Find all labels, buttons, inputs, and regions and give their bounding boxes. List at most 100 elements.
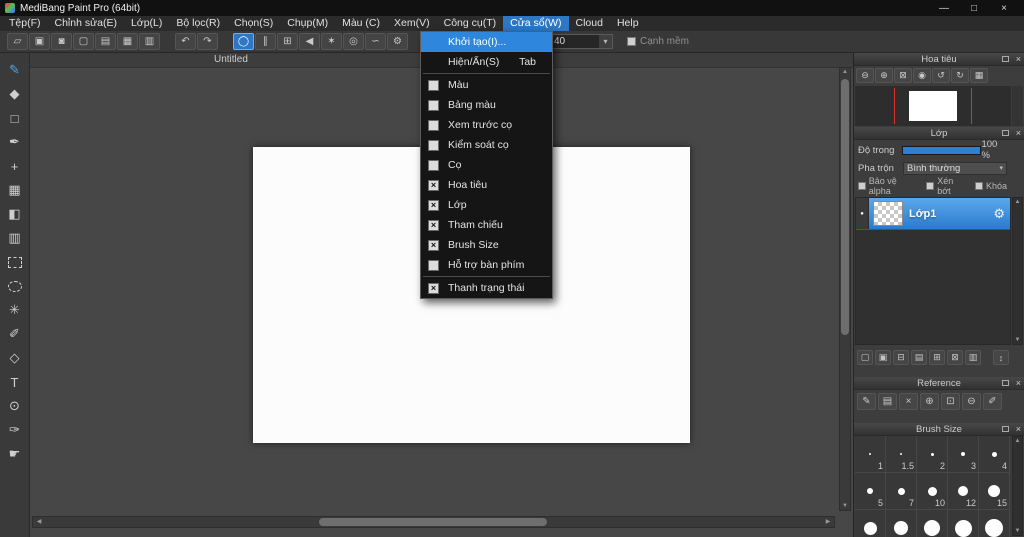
blend-select[interactable]: Bình thường ▾ (903, 161, 1007, 175)
document-tab[interactable]: Untitled (202, 54, 260, 65)
menu-bo-loc[interactable]: Bộ lọc(R) (169, 16, 227, 31)
nav-zoom-in-icon[interactable]: ⊕ (875, 68, 893, 83)
layer-settings-gear-icon[interactable]: ⚙ (993, 206, 1005, 222)
brush-size-cell[interactable]: 4 (979, 436, 1010, 473)
move-tool[interactable]: + (1, 155, 29, 177)
menu-item-co[interactable]: Cọ (421, 155, 552, 175)
menu-tep[interactable]: Tệp(F) (2, 16, 48, 31)
layer-visibility-icon[interactable]: ● (856, 198, 869, 229)
brush-size-cell[interactable] (979, 510, 1010, 537)
eyedropper-tool[interactable]: ✑ (1, 419, 29, 441)
magic-wand-tool[interactable]: ✳ (1, 299, 29, 321)
scroll-up-icon[interactable]: ▲ (1013, 199, 1022, 205)
brush-size-cell[interactable]: 2 (917, 436, 948, 473)
ref-zoom-in-icon[interactable]: ⊕ (920, 393, 939, 410)
new-icon[interactable]: ▱ (7, 33, 28, 50)
snap-curve-icon[interactable]: ∽ (365, 33, 386, 50)
scroll-up-icon[interactable]: ▲ (840, 69, 850, 75)
maximize-button[interactable]: □ (959, 1, 989, 16)
select-eraser-tool[interactable]: ◇ (1, 347, 29, 369)
scroll-down-icon[interactable]: ▼ (1013, 337, 1022, 343)
color-picker-icon[interactable]: ✐ (983, 393, 1002, 410)
menu-item-hien-an[interactable]: Hiện/Ẩn(S) Tab (421, 52, 552, 72)
brush-grid-scrollbar[interactable]: ▲ ▼ (1012, 436, 1023, 536)
soft-edge-checkbox[interactable]: Cạnh mềm (627, 36, 689, 47)
menu-item-bang-mau[interactable]: Bảng màu (421, 95, 552, 115)
redo-button[interactable]: ↷ (197, 33, 218, 50)
menu-item-brush-size[interactable]: × Brush Size (421, 235, 552, 255)
brush-size-cell[interactable]: 1 (855, 436, 886, 473)
brush-size-cell[interactable]: 15 (979, 473, 1010, 510)
snap-parallel-icon[interactable]: ∥ (255, 33, 276, 50)
menu-item-mau[interactable]: Màu (421, 75, 552, 95)
nav-rotate-left-icon[interactable]: ↺ (932, 68, 950, 83)
undo-button[interactable]: ↶ (175, 33, 196, 50)
mask-layer-icon[interactable]: ▥ (965, 350, 981, 365)
brush-size-cell[interactable]: 7 (886, 473, 917, 510)
clear-image-icon[interactable]: × (899, 393, 918, 410)
protect-alpha-checkbox[interactable]: Bảo vệ alpha (858, 176, 919, 196)
lasso-tool[interactable] (1, 275, 29, 297)
delete-layer-icon[interactable]: ⊠ (947, 350, 963, 365)
menu-cong-cu[interactable]: Công cụ(T) (437, 16, 504, 31)
menu-item-lop[interactable]: × Lớp (421, 195, 552, 215)
brush-tool[interactable]: ✎ (1, 59, 29, 81)
close-button[interactable]: × (989, 1, 1019, 16)
hscroll-thumb[interactable] (319, 518, 547, 526)
nav-grid-icon[interactable]: ▦ (970, 68, 988, 83)
layer-menu-icon[interactable]: ↕ (993, 350, 1009, 365)
minimize-button[interactable]: — (929, 1, 959, 16)
menu-item-kiem-soat-co[interactable]: Kiểm soát cọ (421, 135, 552, 155)
lock-checkbox[interactable]: Khóa (974, 181, 1007, 191)
brush-size-cell[interactable] (886, 510, 917, 537)
brush-size-cell[interactable]: 3 (948, 436, 979, 473)
close-panel-icon[interactable]: × (1016, 377, 1021, 390)
scroll-down-icon[interactable]: ▼ (840, 503, 850, 509)
scroll-up-icon[interactable]: ▲ (1013, 438, 1022, 444)
menu-item-thanh-trang-thai[interactable]: × Thanh trạng thái (421, 278, 552, 298)
scroll-down-icon[interactable]: ▼ (1013, 528, 1022, 534)
ref-zoom-fit-icon[interactable]: ⊡ (941, 393, 960, 410)
menu-lop[interactable]: Lớp(L) (124, 16, 169, 31)
brush-size-cell[interactable] (855, 510, 886, 537)
bucket-tool[interactable]: ◧ (1, 203, 29, 225)
snap-ellipse-icon[interactable]: ◎ (343, 33, 364, 50)
menu-mau[interactable]: Màu (C) (335, 16, 387, 31)
menu-chinh-sua[interactable]: Chỉnh sửa(E) (48, 16, 124, 31)
navigator-preview[interactable] (855, 86, 1011, 126)
scroll-left-icon[interactable]: ◀ (34, 517, 44, 527)
pen-tool[interactable]: ✒ (1, 131, 29, 153)
brush-size-cell[interactable] (917, 510, 948, 537)
save-icon[interactable]: ▣ (29, 33, 50, 50)
brush-size-cell[interactable]: 10 (917, 473, 948, 510)
float-panel-icon[interactable] (1002, 426, 1009, 432)
canvas-hscrollbar[interactable]: ◀ ▶ (32, 516, 835, 528)
close-panel-icon[interactable]: × (1016, 53, 1021, 66)
menu-cloud[interactable]: Cloud (569, 16, 610, 31)
menu-item-khoi-tao[interactable]: Khởi tạo(I)... (421, 32, 552, 52)
close-panel-icon[interactable]: × (1016, 127, 1021, 140)
menu-item-xem-truoc-co[interactable]: Xem trước cọ (421, 115, 552, 135)
ref-zoom-out-icon[interactable]: ⊖ (962, 393, 981, 410)
gradient-tool[interactable]: ▥ (1, 227, 29, 249)
grid-icon[interactable]: ▦ (117, 33, 138, 50)
float-panel-icon[interactable] (1002, 56, 1009, 62)
nav-zoom-out-icon[interactable]: ⊖ (856, 68, 874, 83)
hand-tool[interactable]: ☛ (1, 443, 29, 465)
opacity-slider[interactable] (901, 145, 982, 155)
close-panel-icon[interactable]: × (1016, 423, 1021, 436)
menu-xem[interactable]: Xem(V) (387, 16, 437, 31)
navigator-scrollbar[interactable] (1012, 86, 1023, 126)
brush-size-cell[interactable]: 1.5 (886, 436, 917, 473)
menu-help[interactable]: Help (610, 16, 646, 31)
clipping-checkbox[interactable]: Xén bớt (926, 176, 968, 196)
canvas-vscrollbar[interactable]: ▲ ▼ (839, 67, 851, 511)
brush-size-cell[interactable]: 12 (948, 473, 979, 510)
menu-cua-so[interactable]: Cửa sổ(W) (503, 16, 569, 31)
select-rect-tool[interactable] (1, 251, 29, 273)
comment-icon[interactable]: ◙ (51, 33, 72, 50)
merge-down-icon[interactable]: ⊟ (893, 350, 909, 365)
menu-chon[interactable]: Chọn(S) (227, 16, 280, 31)
duplicate-layer-icon[interactable]: ▣ (875, 350, 891, 365)
snap-vanishing-icon[interactable]: ◀ (299, 33, 320, 50)
